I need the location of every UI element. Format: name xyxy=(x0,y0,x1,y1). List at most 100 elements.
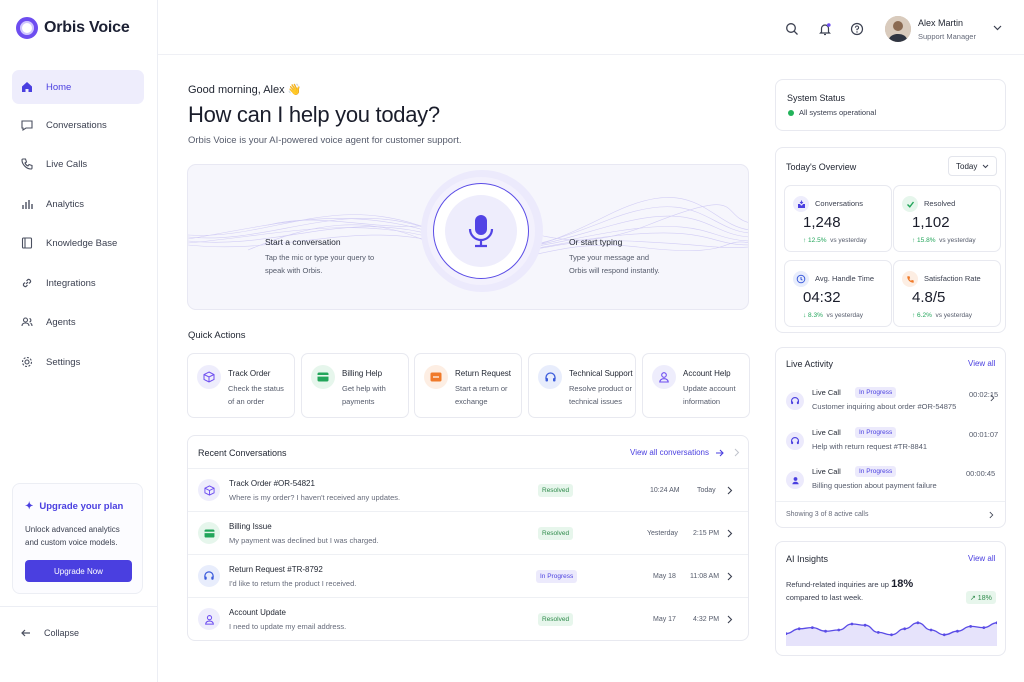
collapse-button[interactable]: Collapse xyxy=(20,627,79,639)
avatar[interactable] xyxy=(885,16,911,42)
greeting: Good morning, Alex 👋 xyxy=(188,84,302,96)
conversation-date: 10:24 AM xyxy=(650,487,680,494)
sparkline-point xyxy=(797,627,801,631)
sidebar-item-label: Integrations xyxy=(46,277,96,289)
sparkline-point xyxy=(956,629,959,633)
table-row[interactable]: Account Update I need to update my email… xyxy=(188,597,748,641)
package-icon xyxy=(198,479,220,501)
user-icon xyxy=(652,365,676,389)
chevron-right-icon[interactable] xyxy=(989,511,994,519)
sidebar-item-conversations[interactable]: Conversations xyxy=(12,108,144,142)
chevron-right-icon[interactable] xyxy=(727,486,733,495)
view-all-conversations-link[interactable]: View all conversations xyxy=(630,448,724,457)
system-status-text: All systems operational xyxy=(799,108,877,117)
quick-action-desc: Resolve product or technical issues xyxy=(569,384,632,406)
live-call-label: Live Call xyxy=(812,428,841,437)
live-view-all-link[interactable]: View all xyxy=(968,359,995,368)
table-row[interactable]: Track Order #OR-54821 Where is my order?… xyxy=(188,468,748,512)
live-activity-card: Live Activity View all Live Call In Prog… xyxy=(775,347,1006,528)
conversation-title: Billing Issue xyxy=(229,522,272,531)
sidebar-item-knowledge-base[interactable]: Knowledge Base xyxy=(12,226,144,260)
chevron-down-icon[interactable] xyxy=(993,25,1002,31)
stat-value: 4.8/5 xyxy=(912,289,946,306)
conversation-preview: My payment was declined but I was charge… xyxy=(229,536,379,545)
quick-action-technical-support[interactable]: Technical Support Resolve product or tec… xyxy=(528,353,636,418)
chevron-right-icon[interactable] xyxy=(727,529,733,538)
table-row[interactable]: Billing Issue My payment was declined bu… xyxy=(188,511,748,555)
sidebar-item-home[interactable]: Home xyxy=(12,70,144,104)
search-icon[interactable] xyxy=(783,20,801,38)
ai-insights-card: AI Insights View all Refund-related inqu… xyxy=(775,541,1006,656)
live-call-label: Live Call xyxy=(812,388,841,397)
sidebar-item-agents[interactable]: Agents xyxy=(12,305,144,339)
quick-action-desc: Update account information xyxy=(683,384,736,406)
range-select[interactable]: Today xyxy=(948,156,997,176)
card-icon xyxy=(311,365,335,389)
sidebar-item-analytics[interactable]: Analytics xyxy=(12,187,144,221)
collapse-label: Collapse xyxy=(44,628,80,638)
chevron-right-icon[interactable] xyxy=(734,448,740,457)
live-call-row[interactable]: Live Call In Progress Customer inquiring… xyxy=(776,387,1005,416)
recent-conversations-title: Recent Conversations xyxy=(198,448,287,458)
app-name: Orbis Voice xyxy=(44,19,130,36)
user-icon xyxy=(198,608,220,630)
bar-chart-icon xyxy=(22,200,33,209)
system-status-card: System Status All systems operational xyxy=(775,79,1006,131)
stat-change: ↑ 6.2% xyxy=(912,312,932,319)
user-name[interactable]: Alex Martin xyxy=(918,18,963,28)
live-call-desc: Help with return request #TR-8841 xyxy=(812,442,928,451)
upgrade-title-row: ✦ Upgrade your plan xyxy=(25,501,123,512)
stat-suffix: vs yesterday xyxy=(935,312,973,319)
mic-icon[interactable] xyxy=(445,195,517,267)
chevron-right-icon[interactable] xyxy=(727,615,733,624)
quick-action-desc: Start a return or exchange xyxy=(455,384,508,406)
quick-action-title: Technical Support xyxy=(569,369,633,378)
conversation-time: 11:08 AM xyxy=(690,573,720,580)
user-icon xyxy=(786,471,804,489)
sidebar-item-live-calls[interactable]: Live Calls xyxy=(12,147,144,181)
stat-change: ↓ 8.3% xyxy=(803,312,823,319)
quick-action-track-order[interactable]: Track Order Check the status of an order xyxy=(187,353,295,418)
conversation-preview: I need to update my email address. xyxy=(229,622,347,631)
sidebar-item-label: Live Calls xyxy=(46,158,88,170)
sparkline-point xyxy=(916,621,920,625)
inbox-icon xyxy=(793,196,809,212)
live-call-row[interactable]: Live Call In Progress Help with return r… xyxy=(776,427,1005,456)
sparkline-point xyxy=(890,633,893,637)
quick-action-billing-help[interactable]: Billing Help Get help with payments xyxy=(301,353,409,418)
insights-view-all-link[interactable]: View all xyxy=(968,554,995,563)
bell-icon[interactable] xyxy=(816,20,834,38)
hero-left-title: Start a conversation xyxy=(265,237,341,247)
header-divider xyxy=(158,54,1024,55)
live-call-row[interactable]: Live Call In Progress Billing question a… xyxy=(776,466,1005,495)
status-badge: In Progress xyxy=(855,466,897,477)
stat-label: Resolved xyxy=(924,199,956,208)
sparkline-point xyxy=(824,629,827,633)
table-row[interactable]: Return Request #TR-8792 I'd like to retu… xyxy=(188,554,748,598)
sidebar-item-label: Agents xyxy=(46,316,76,328)
quick-action-title: Billing Help xyxy=(342,369,383,378)
conversation-date: Yesterday xyxy=(647,530,678,537)
stat-value: 04:32 xyxy=(803,289,841,306)
chevron-right-icon[interactable] xyxy=(727,572,733,581)
card-icon xyxy=(198,522,220,544)
quick-action-title: Return Request xyxy=(455,369,512,378)
sparkline-point xyxy=(903,627,907,631)
conversation-time: 2:15 PM xyxy=(693,530,720,537)
help-icon[interactable] xyxy=(848,20,866,38)
voice-hero-panel: Start a conversation Tap the mic or type… xyxy=(187,164,749,310)
upgrade-button[interactable]: Upgrade Now xyxy=(25,560,132,582)
sparkline-point xyxy=(837,628,841,632)
live-activity-title: Live Activity xyxy=(786,359,834,369)
page-subtitle: Orbis Voice is your AI-powered voice age… xyxy=(188,135,462,146)
chevron-right-icon[interactable] xyxy=(990,394,995,402)
sidebar-item-label: Conversations xyxy=(46,119,107,131)
page-title: How can I help you today? xyxy=(188,102,440,127)
chevron-down-icon xyxy=(982,164,989,168)
sidebar-item-settings[interactable]: Settings xyxy=(12,345,144,379)
sidebar: Orbis Voice Home Conversations Live Call… xyxy=(0,0,158,682)
quick-action-return-request[interactable]: Return Request Start a return or exchang… xyxy=(414,353,522,418)
quick-action-account-help[interactable]: Account Help Update account information xyxy=(642,353,750,418)
sidebar-item-integrations[interactable]: Integrations xyxy=(12,266,144,300)
package-icon xyxy=(197,365,221,389)
